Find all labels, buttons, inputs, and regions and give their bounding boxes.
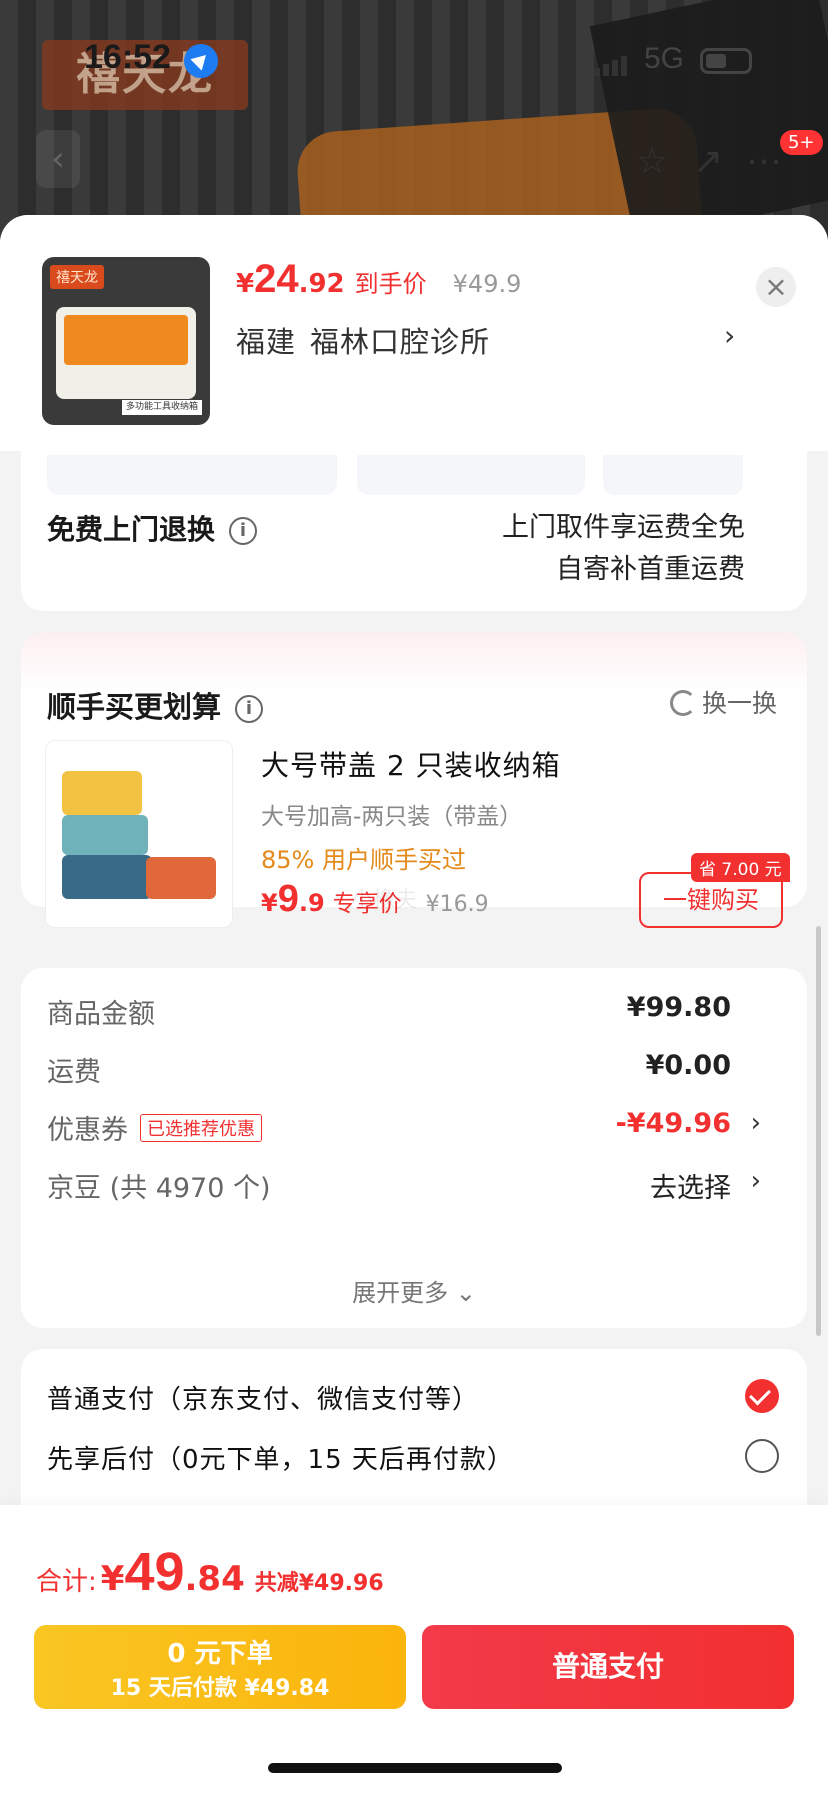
save-badge: 省 7.00 元 (691, 853, 790, 882)
product-price: ¥24.92 到手价 ¥49.9 (236, 257, 522, 301)
swap-button[interactable]: 换一换 (669, 684, 777, 720)
service-chip[interactable] (357, 455, 585, 495)
addon-title: 顺手买更划算 i (47, 684, 264, 726)
addon-product-image[interactable] (45, 740, 233, 928)
normal-pay-button[interactable]: 普通支付 (422, 1625, 794, 1709)
cart-count-badge: 5+ (780, 130, 823, 155)
service-line-2: 自寄补首重运费 (556, 554, 745, 585)
status-bar: 16:52 5G (0, 38, 828, 86)
product-header: 禧天龙 多功能工具收纳箱 ¥24.92 到手价 ¥49.9 福建 福林口腔诊所 › × (0, 215, 828, 451)
coupon-row[interactable]: 优惠券 已选推荐优惠 -¥49.96 › (47, 1108, 787, 1148)
service-title: 免费上门退换 i (47, 508, 258, 548)
teal-bin (62, 815, 148, 855)
service-chip[interactable] (47, 455, 337, 495)
chevron-right-icon[interactable]: › (724, 319, 735, 352)
info-icon[interactable]: i (229, 517, 258, 545)
pay-later-button[interactable]: 0 元下单 15 天后付款 ¥49.84 (34, 1625, 406, 1709)
radio-checked-icon[interactable] (745, 1379, 779, 1413)
total-amount: 合计: ¥49.84 共减¥49.96 (36, 1542, 384, 1602)
network-type: 5G (644, 42, 685, 75)
product-thumbnail[interactable]: 禧天龙 多功能工具收纳箱 (42, 257, 210, 425)
addon-spec: 大号加高-两只装（带盖） (261, 804, 523, 830)
product-hero-image: 禧天龙 (0, 0, 828, 240)
service-line-1: 上门取件享运费全免 (502, 512, 745, 543)
yellow-bin (62, 771, 142, 815)
orange-bin (146, 857, 216, 899)
chevron-right-icon: › (750, 1166, 761, 1196)
product-box-shape (56, 307, 196, 399)
service-chips (47, 455, 807, 495)
thumb-brand-logo: 禧天龙 (50, 265, 104, 289)
favorite-star-icon[interactable]: ☆ (630, 140, 674, 184)
blue-bin (62, 855, 152, 899)
refresh-icon (669, 690, 696, 716)
addon-card: 顺手买更划算 i 换一换 大号带盖 2 只装收纳箱 大号加高-两只装（带盖） 85… (21, 632, 807, 928)
shipping-row: 运费 ¥0.00 (47, 1050, 731, 1088)
scrollbar[interactable] (816, 926, 821, 1336)
thumb-caption: 多功能工具收纳箱 (121, 400, 202, 415)
back-button[interactable]: ‹ (36, 130, 80, 188)
battery-icon (700, 48, 752, 74)
cellular-signal-icon (594, 56, 630, 80)
more-icon[interactable]: ⋯ (742, 140, 786, 184)
payment-option-later[interactable]: 先享后付（0元下单，15 天后再付款） (47, 1439, 514, 1476)
checkout-footer: 合计: ¥49.84 共减¥49.96 0 元下单 15 天后付款 ¥49.84 普… (0, 1505, 828, 1796)
chevron-right-icon: › (750, 1108, 761, 1138)
goods-amount-row: 商品金额 ¥99.80 (47, 992, 731, 1030)
jd-beans-row[interactable]: 京豆 (共 4970 个) 去选择 › (47, 1166, 787, 1206)
status-time: 16:52 (84, 38, 171, 76)
info-icon[interactable]: i (235, 695, 264, 723)
addon-name[interactable]: 大号带盖 2 只装收纳箱 (261, 744, 561, 784)
chevron-down-icon: ⌄ (455, 1279, 476, 1307)
location-arrow-icon (184, 44, 218, 78)
home-indicator (268, 1763, 562, 1773)
top-toolbar: ☆ ↗ ⋯ 5+ (620, 130, 828, 200)
addon-popularity: 85% 用户顺手买过 (261, 846, 466, 874)
order-summary-card: 商品金额 ¥99.80 运费 ¥0.00 优惠券 已选推荐优惠 -¥49.96 ›… (21, 968, 807, 1328)
expand-more-button[interactable]: 展开更多 ⌄ (21, 1273, 807, 1308)
payment-option-normal[interactable]: 普通支付（京东支付、微信支付等） (47, 1379, 479, 1416)
watermark: 小橡夫 (351, 888, 418, 913)
radio-unchecked-icon[interactable] (745, 1439, 779, 1473)
close-button[interactable]: × (756, 267, 796, 307)
coupon-tag: 已选推荐优惠 (140, 1114, 262, 1142)
service-chip[interactable] (603, 455, 743, 495)
coupon-value: -¥49.96 (615, 1108, 731, 1139)
share-icon[interactable]: ↗ (686, 140, 730, 184)
delivery-address[interactable]: 福建 福林口腔诊所 (236, 319, 490, 361)
